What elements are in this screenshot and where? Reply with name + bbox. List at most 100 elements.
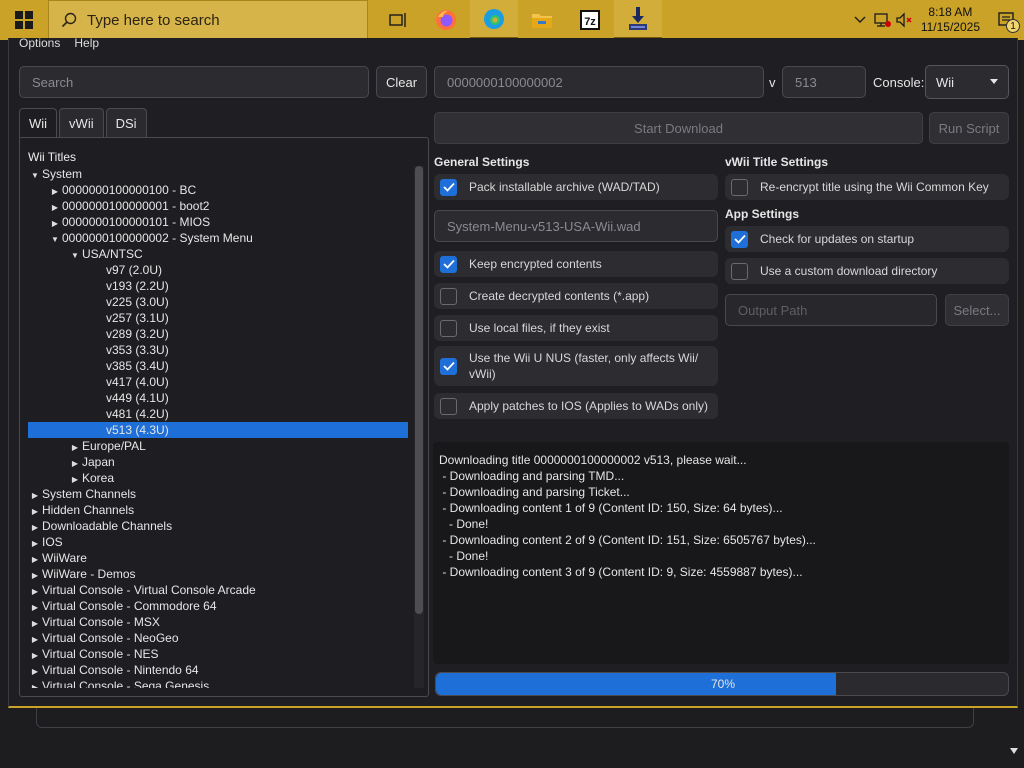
keep-encrypted-checkbox[interactable] [440, 255, 457, 273]
use-wiiu-nus-checkbox[interactable] [440, 357, 457, 375]
tree-item[interactable]: ▶ Virtual Console - Virtual Console Arcad… [28, 582, 408, 598]
clock-date: 11/15/2025 [920, 20, 980, 34]
notification-badge: 1 [1006, 19, 1020, 33]
tree-item[interactable]: ▶ Europe/PAL [28, 438, 408, 454]
pack-archive-option[interactable]: Pack installable archive (WAD/TAD) [434, 174, 718, 200]
tree-item-selected[interactable]: v513 (4.3U) [28, 422, 408, 438]
tree-scroll-thumb[interactable] [415, 166, 423, 614]
log-line: Downloading title 0000000100000002 v513,… [439, 453, 747, 467]
search-icon [61, 12, 77, 28]
task-view-button[interactable] [374, 0, 422, 40]
tree-item[interactable]: v449 (4.1U) [28, 390, 408, 406]
tree-scrollbar[interactable] [414, 166, 424, 688]
tree-item[interactable]: ▼ System [28, 166, 408, 182]
check-updates-option[interactable]: Check for updates on startup [725, 226, 1009, 252]
tab-wii[interactable]: Wii [19, 108, 58, 138]
tree-item[interactable]: v97 (2.0U) [28, 262, 408, 278]
tree-item[interactable]: ▶ System Channels [28, 486, 408, 502]
nusget-app[interactable] [614, 0, 662, 40]
tree-item[interactable]: v193 (2.2U) [28, 278, 408, 294]
menu-options[interactable]: Options [19, 37, 60, 52]
tab-dsi[interactable]: DSi [105, 108, 147, 138]
create-decrypted-checkbox[interactable] [440, 287, 457, 305]
reencrypt-option[interactable]: Re-encrypt title using the Wii Common Ke… [725, 174, 1009, 200]
tree-item[interactable]: ▶ Hidden Channels [28, 502, 408, 518]
tree-item[interactable]: ▶ Virtual Console - Commodore 64 [28, 598, 408, 614]
tree-item[interactable]: v417 (4.0U) [28, 374, 408, 390]
tree-item[interactable]: v385 (3.4U) [28, 358, 408, 374]
volume-button[interactable] [893, 0, 915, 40]
apply-patches-checkbox[interactable] [440, 397, 457, 415]
reencrypt-checkbox[interactable] [731, 178, 748, 196]
expand-arrow-closed-icon[interactable]: ▶ [28, 680, 42, 688]
tree-item[interactable]: ▶ Virtual Console - Sega Genesis [28, 678, 408, 688]
keep-encrypted-option[interactable]: Keep encrypted contents [434, 251, 718, 277]
use-local-files-checkbox[interactable] [440, 319, 457, 337]
log-line: - Done! [439, 517, 489, 531]
search-input[interactable]: Search [19, 66, 369, 98]
network-button[interactable] [871, 0, 893, 40]
console-select[interactable]: Wii [925, 65, 1009, 99]
tree-item[interactable]: ▶ WiiWare [28, 550, 408, 566]
tree-item[interactable]: ▶ Downloadable Channels [28, 518, 408, 534]
tree-item-label: System [42, 167, 83, 181]
select-output-button[interactable]: Select... [945, 294, 1009, 326]
create-decrypted-option[interactable]: Create decrypted contents (*.app) [434, 283, 718, 309]
tree-item[interactable]: v225 (3.0U) [28, 294, 408, 310]
edge-app[interactable] [470, 0, 518, 40]
log-line: - Downloading and parsing Ticket... [439, 485, 630, 499]
tree-item-label: v449 (4.1U) [106, 391, 169, 405]
firefox-app[interactable] [422, 0, 470, 40]
run-script-button[interactable]: Run Script [929, 112, 1009, 144]
pack-archive-checkbox[interactable] [440, 178, 457, 196]
console-label: Console: [873, 75, 925, 90]
tree-item[interactable]: ▶ Korea [28, 470, 408, 486]
title-tree: ▼ System ▶ 0000000100000100 - BC ▶ 0000000100… [28, 166, 408, 688]
tree-item[interactable]: ▶ Japan [28, 454, 408, 470]
clock-time: 8:18 AM [928, 5, 973, 19]
show-hidden-icons-button[interactable] [849, 0, 871, 40]
title-id-input[interactable]: 0000000100000002 [434, 66, 764, 98]
file-explorer-app[interactable] [518, 0, 566, 40]
output-path-placeholder: Output Path [738, 302, 808, 318]
menu-help[interactable]: Help [74, 37, 99, 52]
7zip-app[interactable]: 7z [566, 0, 614, 40]
tree-item[interactable]: ▶ 0000000100000101 - MIOS [28, 214, 408, 230]
version-input[interactable]: 513 [782, 66, 866, 98]
tree-item[interactable]: ▶ Virtual Console - NeoGeo [28, 630, 408, 646]
archive-name-input[interactable]: System-Menu-v513-USA-Wii.wad [434, 210, 718, 242]
custom-dir-checkbox[interactable] [731, 262, 748, 280]
notification-center-button[interactable]: 1 [988, 0, 1024, 40]
tree-item[interactable]: ▼ USA/NTSC [28, 246, 408, 262]
firefox-icon [436, 10, 456, 30]
tree-item[interactable]: v257 (3.1U) [28, 310, 408, 326]
tree-item[interactable]: ▶ IOS [28, 534, 408, 550]
title-tree-panel: Wii Titles ▼ System ▶ 0000000100000100 - BC… [19, 137, 429, 697]
check-updates-checkbox[interactable] [731, 230, 748, 248]
use-wiiu-nus-option[interactable]: Use the Wii U NUS (faster, only affects … [434, 346, 718, 386]
search-placeholder: Search [32, 74, 74, 90]
use-local-files-option[interactable]: Use local files, if they exist [434, 315, 718, 341]
tree-item[interactable]: ▶ Virtual Console - Nintendo 64 [28, 662, 408, 678]
download-log: Downloading title 0000000100000002 v513,… [433, 442, 1009, 664]
tree-item[interactable]: v481 (4.2U) [28, 406, 408, 422]
taskbar-search-box[interactable]: Type here to search [48, 0, 368, 40]
tree-item[interactable]: v353 (3.3U) [28, 342, 408, 358]
tree-item-label: Virtual Console - Nintendo 64 [42, 663, 199, 677]
tree-item[interactable]: v289 (3.2U) [28, 326, 408, 342]
apply-patches-option[interactable]: Apply patches to IOS (Applies to WADs on… [434, 393, 718, 419]
tree-item[interactable]: ▶ Virtual Console - MSX [28, 614, 408, 630]
tree-item[interactable]: ▶ WiiWare - Demos [28, 566, 408, 582]
custom-dir-option[interactable]: Use a custom download directory [725, 258, 1009, 284]
tree-item[interactable]: ▶ Virtual Console - NES [28, 646, 408, 662]
tree-item[interactable]: ▶ 0000000100000001 - boot2 [28, 198, 408, 214]
clear-button[interactable]: Clear [376, 66, 427, 98]
tree-item[interactable]: ▶ 0000000100000100 - BC [28, 182, 408, 198]
start-download-button[interactable]: Start Download [434, 112, 923, 144]
clock[interactable]: 8:18 AM 11/15/2025 [921, 5, 980, 35]
tab-vwii[interactable]: vWii [59, 108, 104, 138]
tree-item-label: v353 (3.3U) [106, 343, 169, 357]
tree-item[interactable]: ▼ 0000000100000002 - System Menu [28, 230, 408, 246]
output-path-input[interactable]: Output Path [725, 294, 937, 326]
start-button[interactable] [0, 0, 48, 40]
